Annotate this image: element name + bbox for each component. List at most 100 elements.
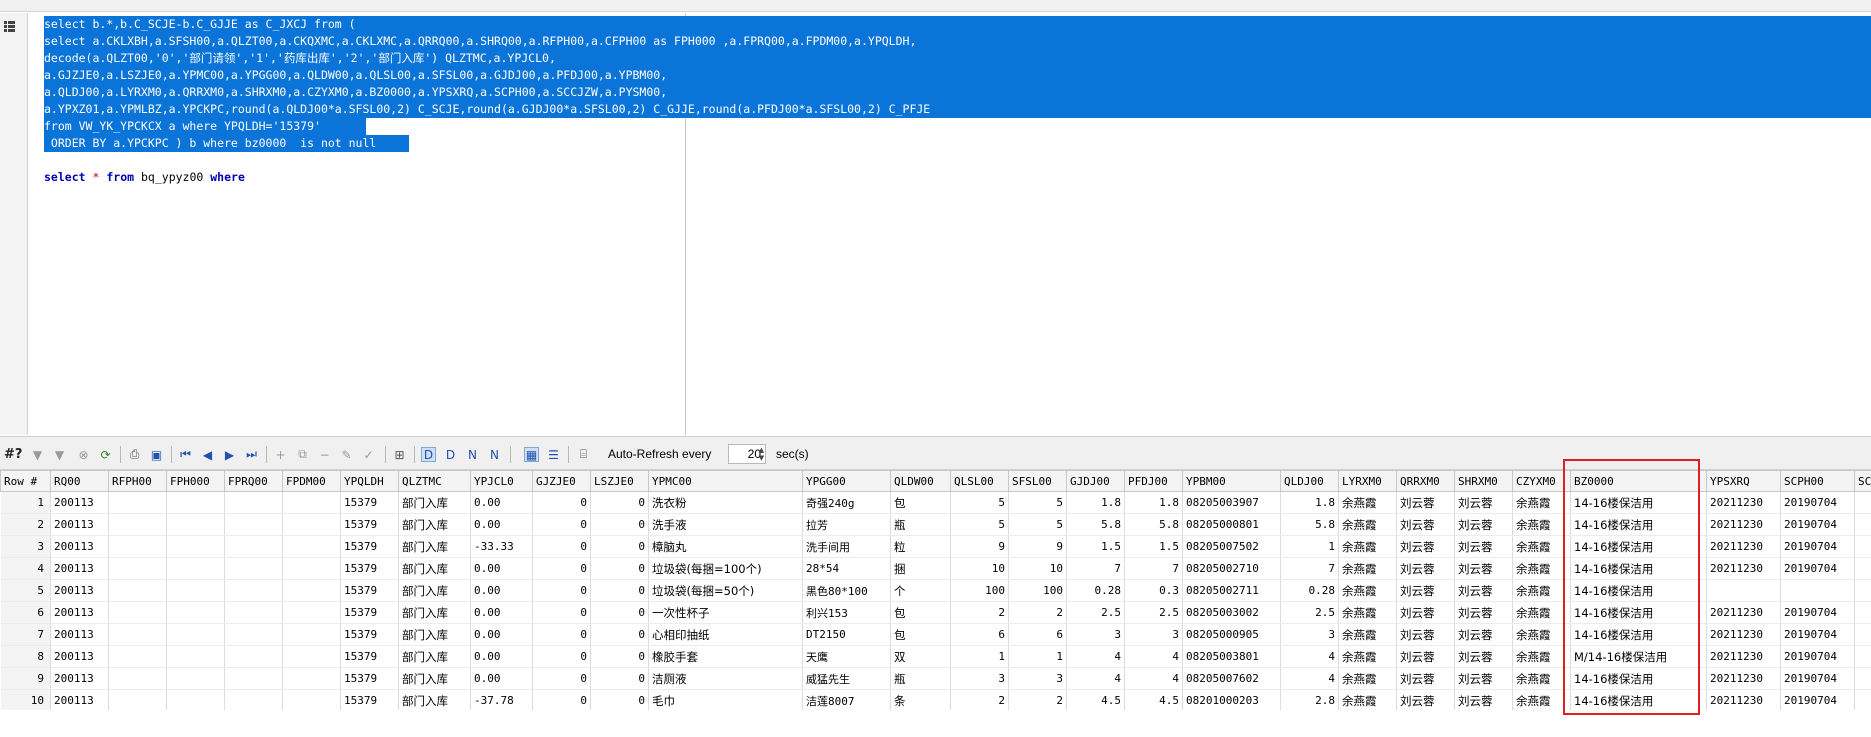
table-cell[interactable]: 0.00 <box>470 557 533 580</box>
table-cell[interactable]: 14-16楼保洁用 <box>1570 491 1707 514</box>
refresh-icon[interactable]: ⟳ <box>98 447 113 462</box>
table-cell[interactable]: 毛巾 <box>648 689 803 710</box>
insert-record-icon[interactable]: + <box>273 447 288 462</box>
duplicate-record-icon[interactable]: ⧉ <box>295 447 310 462</box>
filter-icon[interactable]: ▼ <box>30 447 45 462</box>
table-cell[interactable]: 0 <box>532 513 591 536</box>
table-cell[interactable]: 洁厕液 <box>648 667 803 690</box>
row-number[interactable]: 1 <box>0 491 51 514</box>
table-cell[interactable]: 28*54 <box>802 557 891 580</box>
table-cell[interactable]: 7 <box>1124 557 1183 580</box>
table-cell[interactable]: 余燕霞 <box>1512 513 1571 536</box>
table-cell[interactable]: 余燕霞 <box>1338 535 1397 558</box>
table-cell[interactable]: 5.8 <box>1280 513 1339 536</box>
table-cell[interactable]: 5 <box>950 513 1009 536</box>
table-cell[interactable] <box>108 535 167 558</box>
table-cell[interactable]: 余燕霞 <box>1338 601 1397 624</box>
table-cell[interactable]: 4 <box>1124 667 1183 690</box>
table-cell[interactable]: 200113 <box>50 623 109 646</box>
table-cell[interactable]: 20211230 <box>1706 601 1781 624</box>
table-cell[interactable]: 4 <box>1124 645 1183 668</box>
table-cell[interactable] <box>108 601 167 624</box>
table-cell[interactable]: 08205007502 <box>1182 535 1281 558</box>
table-cell[interactable]: 余燕霞 <box>1338 623 1397 646</box>
column-header-qldw00[interactable]: QLDW00 <box>890 470 951 492</box>
table-cell[interactable]: 20211230 <box>1706 689 1781 710</box>
table-cell[interactable] <box>108 667 167 690</box>
table-cell[interactable] <box>224 491 283 514</box>
table-cell[interactable]: 4 <box>1280 645 1339 668</box>
table-cell[interactable]: 心相印抽纸 <box>648 623 803 646</box>
table-cell[interactable]: 200113 <box>50 579 109 602</box>
table-cell[interactable] <box>166 557 225 580</box>
table-cell[interactable]: 0 <box>532 667 591 690</box>
table-cell[interactable]: 15379 <box>340 491 399 514</box>
table-cell[interactable]: M/14-16楼保洁用 <box>1570 645 1707 668</box>
table-cell[interactable]: 刘云蓉 <box>1454 513 1513 536</box>
table-row[interactable]: 8 200113 15379 部门入库 0.00 0 0 橡胶手套 天鹰双 1 1 4 4 0820500… <box>0 645 1871 668</box>
table-cell[interactable] <box>282 579 341 602</box>
table-cell[interactable]: 黑色80*100 <box>802 579 891 602</box>
table-cell[interactable] <box>224 667 283 690</box>
table-cell[interactable]: 15379 <box>340 645 399 668</box>
table-cell[interactable]: 刘云蓉 <box>1454 491 1513 514</box>
print-icon[interactable]: ⎙ <box>127 447 142 462</box>
table-cell[interactable]: 6 <box>950 623 1009 646</box>
table-cell[interactable]: 14-16楼保洁用 <box>1570 557 1707 580</box>
grid-view-icon[interactable]: ▦ <box>524 447 539 462</box>
row-number[interactable]: 2 <box>0 513 51 536</box>
table-cell[interactable]: 0.28 <box>1066 579 1125 602</box>
table-cell[interactable]: 部门入库 <box>398 601 471 624</box>
table-cell[interactable]: 天鹰 <box>802 645 891 668</box>
column-header-qrrxm0[interactable]: QRRXM0 <box>1396 470 1455 492</box>
table-cell[interactable]: 14-16楼保洁用 <box>1570 601 1707 624</box>
table-cell[interactable]: 3 <box>1008 667 1067 690</box>
table-cell[interactable]: 3 <box>1066 623 1125 646</box>
table-cell[interactable]: 余燕霞 <box>1512 645 1571 668</box>
code-line[interactable]: from VW_YK_YPCKCX a where YPQLDH='15379' <box>44 118 321 134</box>
table-cell[interactable]: 20190704 <box>1780 667 1855 690</box>
table-cell[interactable] <box>224 689 283 710</box>
table-cell[interactable]: 洁莲8007 <box>802 689 891 710</box>
row-number[interactable]: 7 <box>0 623 51 646</box>
table-cell[interactable]: 洗衣粉 <box>648 491 803 514</box>
table-cell[interactable]: 6 <box>1008 623 1067 646</box>
table-cell[interactable]: 刘云蓉 <box>1454 535 1513 558</box>
column-header-czyxm0[interactable]: CZYXM0 <box>1512 470 1571 492</box>
column-header-ypbm00[interactable]: YPBM00 <box>1182 470 1281 492</box>
table-cell[interactable]: 刘云蓉 <box>1396 579 1455 602</box>
table-cell[interactable] <box>224 513 283 536</box>
table-cell[interactable] <box>224 535 283 558</box>
table-cell[interactable]: 0 <box>532 579 591 602</box>
sql-editor[interactable]: select b.*,b.C_SCJE-b.C_GJJE as C_JXCJ f… <box>0 13 1871 435</box>
table-cell[interactable]: 部门入库 <box>398 623 471 646</box>
table-cell[interactable]: 08201000203 <box>1182 689 1281 710</box>
table-cell[interactable] <box>1780 579 1855 602</box>
row-number[interactable]: 5 <box>0 579 51 602</box>
save-icon[interactable]: ▣ <box>149 447 164 462</box>
table-cell[interactable] <box>1854 535 1871 558</box>
column-header-fprq00[interactable]: FPRQ00 <box>224 470 283 492</box>
table-cell[interactable]: 双 <box>890 645 951 668</box>
table-cell[interactable]: 余燕霞 <box>1512 667 1571 690</box>
table-cell[interactable]: 部门入库 <box>398 491 471 514</box>
edit-record-icon[interactable]: ✎ <box>339 447 354 462</box>
table-cell[interactable]: 0.28 <box>1280 579 1339 602</box>
table-cell[interactable] <box>1706 579 1781 602</box>
table-cell[interactable]: 15379 <box>340 601 399 624</box>
table-cell[interactable] <box>108 689 167 710</box>
table-cell[interactable]: 20190704 <box>1780 623 1855 646</box>
table-cell[interactable]: 5 <box>950 491 1009 514</box>
table-row[interactable]: 10 200113 15379 部门入库 -37.78 0 0 毛巾 洁莲8007 条 2 2 4.5 4… <box>0 689 1871 710</box>
delete-record-icon[interactable]: − <box>317 447 332 462</box>
table-cell[interactable] <box>1854 601 1871 624</box>
table-row[interactable]: 2 200113 15379 部门入库 0.00 0 0 洗手液 拉芳瓶 5 5 5.8 5.8 0820… <box>0 513 1871 536</box>
table-cell[interactable]: 200113 <box>50 667 109 690</box>
record-view-icon[interactable]: ⊞ <box>392 447 407 462</box>
table-cell[interactable]: 2 <box>950 601 1009 624</box>
table-cell[interactable]: 15379 <box>340 623 399 646</box>
table-cell[interactable]: 部门入库 <box>398 579 471 602</box>
table-cell[interactable]: 14-16楼保洁用 <box>1570 667 1707 690</box>
table-cell[interactable] <box>224 623 283 646</box>
table-cell[interactable]: 0.00 <box>470 667 533 690</box>
